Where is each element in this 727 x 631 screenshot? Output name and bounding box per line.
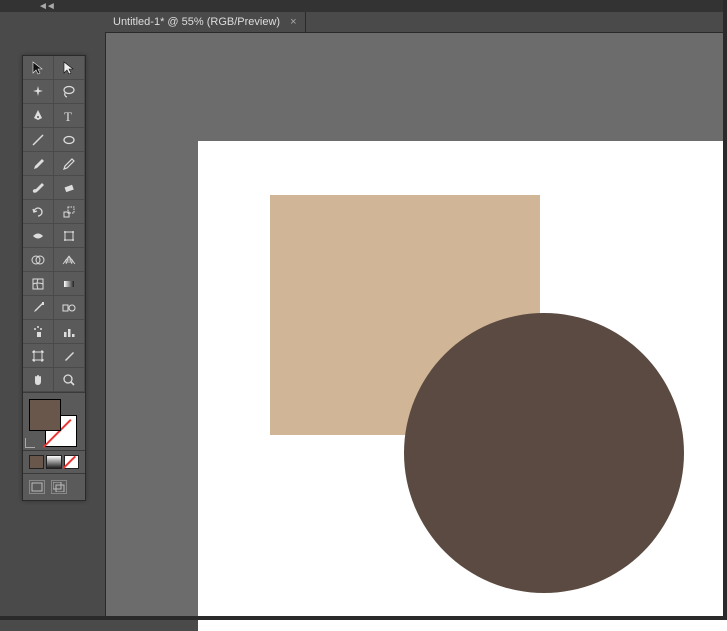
artboard-tool[interactable]: [23, 344, 54, 368]
close-icon[interactable]: ×: [290, 16, 296, 28]
document-tab-label: Untitled-1* @ 55% (RGB/Preview): [113, 16, 280, 28]
screen-mode-icons: [23, 474, 85, 500]
pen-tool[interactable]: [23, 104, 54, 128]
app-top-strip: ◄◄: [0, 0, 727, 12]
perspective-grid-tool[interactable]: [54, 248, 85, 272]
hand-tool[interactable]: [23, 368, 54, 392]
color-chip-none[interactable]: [64, 455, 79, 469]
tool-grid: T: [23, 56, 85, 393]
swap-colors-icon[interactable]: [25, 438, 35, 448]
scale-tool[interactable]: [54, 200, 85, 224]
line-segment-tool[interactable]: [23, 128, 54, 152]
selection-tool[interactable]: [23, 56, 54, 80]
symbol-sprayer-tool[interactable]: [23, 320, 54, 344]
color-mode-chips: [23, 451, 85, 474]
eyedropper-tool[interactable]: [23, 296, 54, 320]
blend-tool[interactable]: [54, 296, 85, 320]
magic-wand-tool[interactable]: [23, 80, 54, 104]
paintbrush-tool[interactable]: [23, 152, 54, 176]
ellipse-tool[interactable]: [54, 128, 85, 152]
color-chip-gradient[interactable]: [46, 455, 61, 469]
shape-builder-tool[interactable]: [23, 248, 54, 272]
document-tab[interactable]: Untitled-1* @ 55% (RGB/Preview) ×: [105, 12, 306, 32]
panel-collapse-icon[interactable]: ◄◄: [38, 1, 54, 12]
column-graph-tool[interactable]: [54, 320, 85, 344]
svg-text:T: T: [64, 109, 72, 124]
workspace: [105, 32, 727, 620]
ellipse-shape[interactable]: [404, 313, 684, 593]
blob-brush-tool[interactable]: [23, 176, 54, 200]
direct-selection-tool[interactable]: [54, 56, 85, 80]
bottom-border: [0, 616, 727, 620]
lasso-tool[interactable]: [54, 80, 85, 104]
rotate-tool[interactable]: [23, 200, 54, 224]
color-chip-solid[interactable]: [29, 455, 44, 469]
drawing-mode-behind-icon[interactable]: [51, 480, 67, 494]
eraser-tool[interactable]: [54, 176, 85, 200]
width-tool[interactable]: [23, 224, 54, 248]
fill-stroke-swatches[interactable]: [23, 393, 85, 451]
document-tab-bar: Untitled-1* @ 55% (RGB/Preview) ×: [105, 12, 306, 32]
free-transform-tool[interactable]: [54, 224, 85, 248]
drawing-mode-normal-icon[interactable]: [29, 480, 45, 494]
slice-tool[interactable]: [54, 344, 85, 368]
pencil-tool[interactable]: [54, 152, 85, 176]
tools-panel: T: [22, 55, 86, 501]
zoom-tool[interactable]: [54, 368, 85, 392]
right-border: [723, 0, 727, 620]
fill-color-swatch[interactable]: [29, 399, 61, 431]
artboard[interactable]: [198, 141, 727, 631]
mesh-tool[interactable]: [23, 272, 54, 296]
gradient-tool[interactable]: [54, 272, 85, 296]
type-tool[interactable]: T: [54, 104, 85, 128]
